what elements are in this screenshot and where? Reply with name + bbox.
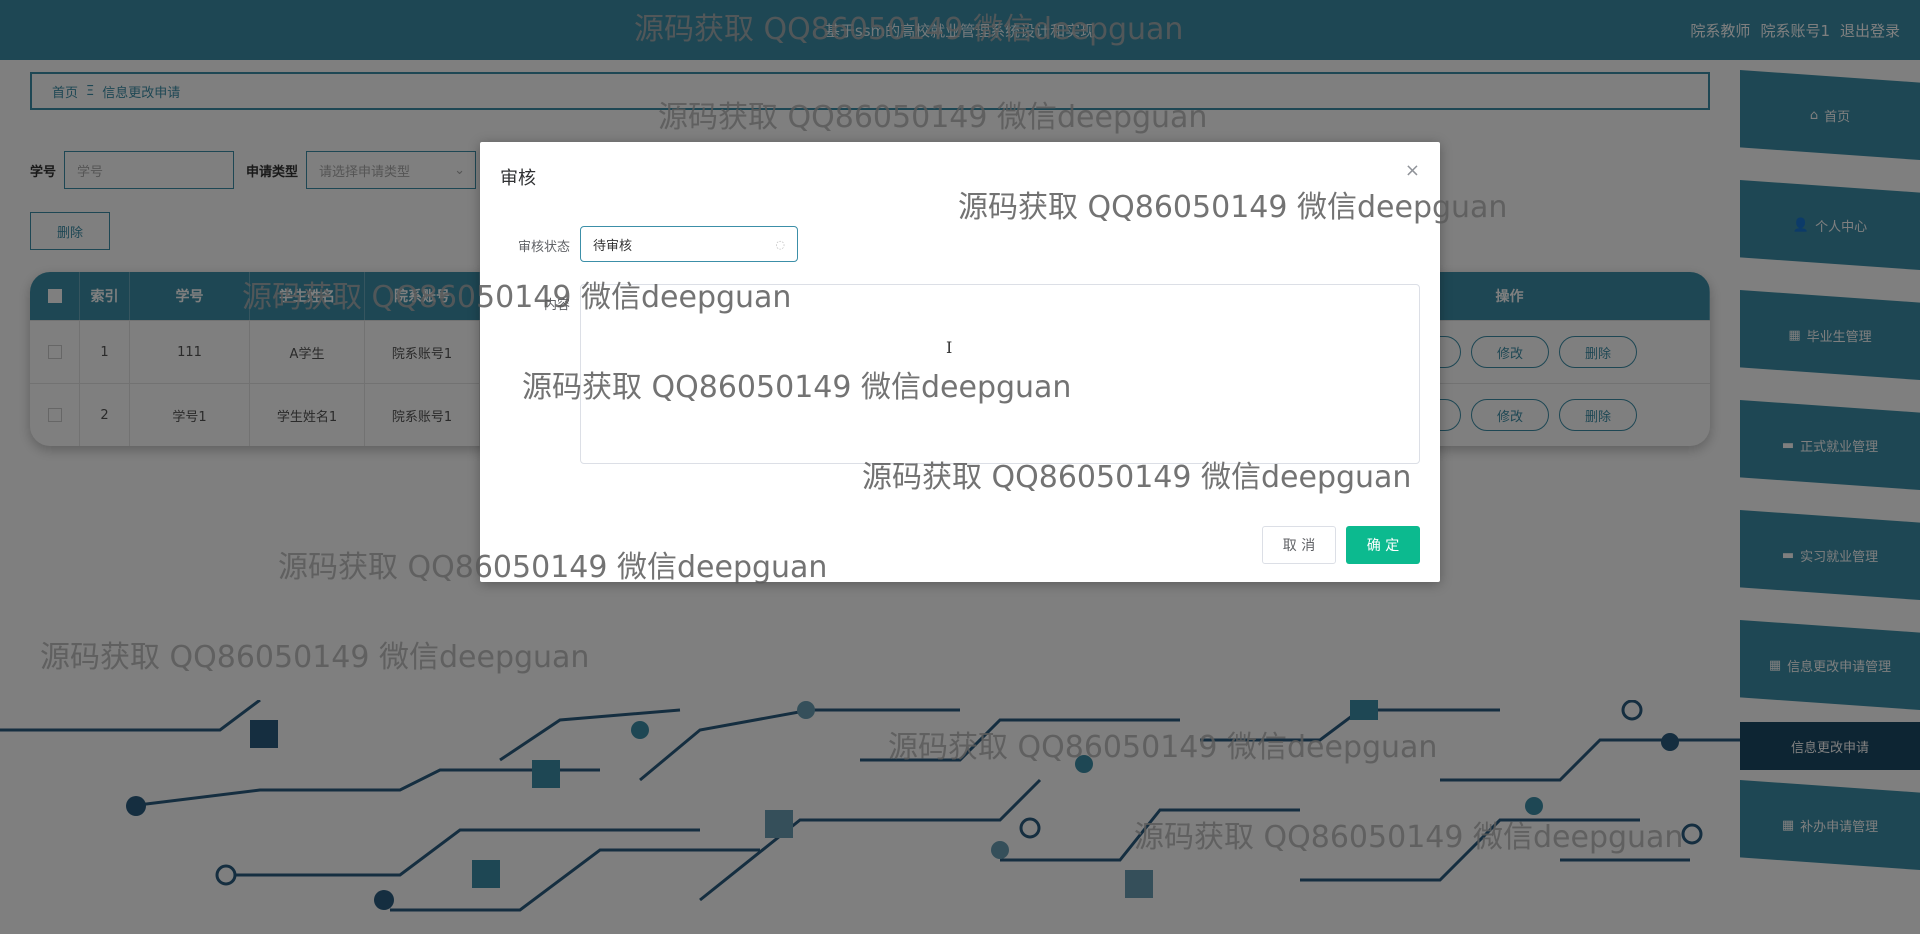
watermark-text: 源码获取 QQ86050149 微信deepguan <box>278 550 828 585</box>
close-icon[interactable]: × <box>1405 160 1420 181</box>
review-status-value: 待审核 <box>593 238 633 254</box>
watermark-text: 源码获取 QQ86050149 微信deepguan <box>658 100 1208 135</box>
review-status-select[interactable]: 待审核 ◌ <box>580 226 798 262</box>
watermark-text: 源码获取 QQ86050149 微信deepguan <box>888 730 1438 765</box>
cancel-button[interactable]: 取 消 <box>1262 526 1336 564</box>
watermark-text: 源码获取 QQ86050149 微信deepguan <box>634 12 1184 47</box>
watermark-text: 源码获取 QQ86050149 微信deepguan <box>242 280 792 315</box>
watermark-text: 源码获取 QQ86050149 微信deepguan <box>958 190 1508 225</box>
status-label: 审核状态 <box>517 240 570 255</box>
watermark-text: 源码获取 QQ86050149 微信deepguan <box>522 370 1072 405</box>
watermark-text: 源码获取 QQ86050149 微信deepguan <box>1134 820 1684 855</box>
loading-icon: ◌ <box>775 237 785 251</box>
watermark-text: 源码获取 QQ86050149 微信deepguan <box>40 640 590 675</box>
watermark-text: 源码获取 QQ86050149 微信deepguan <box>862 460 1412 495</box>
dialog-title: 审核 <box>500 168 536 189</box>
confirm-button[interactable]: 确 定 <box>1346 526 1420 564</box>
text-cursor-icon: I <box>946 338 953 357</box>
